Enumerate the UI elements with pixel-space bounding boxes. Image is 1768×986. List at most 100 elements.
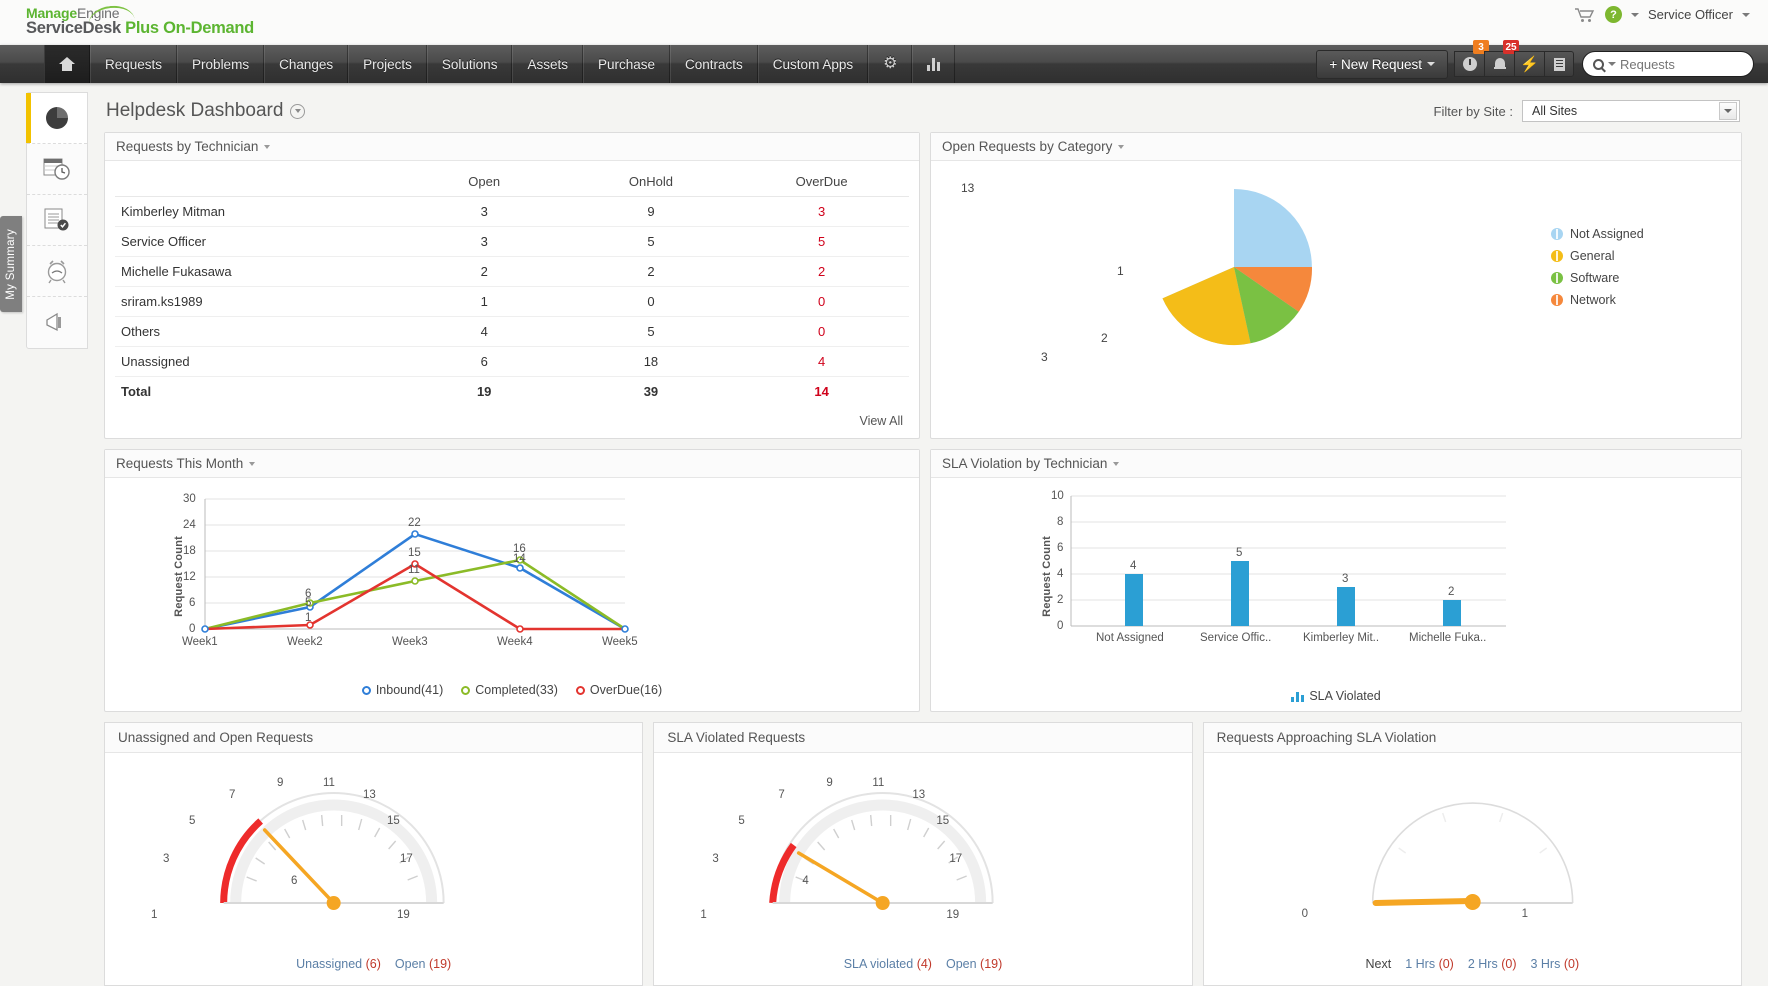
nav-item-settings[interactable]: ⚙: [868, 45, 912, 83]
help-chevron-down-icon[interactable]: [1631, 13, 1639, 17]
legend-item-overdue[interactable]: OverDue(16): [576, 683, 662, 697]
cell-onhold[interactable]: 5: [568, 227, 735, 257]
my-summary-tab[interactable]: My Summary: [0, 216, 22, 312]
nav-item-purchase[interactable]: Purchase: [583, 45, 670, 83]
legend-item-inbound[interactable]: Inbound(41): [362, 683, 443, 697]
gauge-tick-17: 17: [400, 853, 413, 865]
cell-onhold[interactable]: 2: [568, 257, 735, 287]
rail-item-tasks[interactable]: [27, 195, 87, 246]
point-label-completed-w3: 11: [408, 564, 420, 576]
next-2hr-link[interactable]: 2 Hrs (0): [1468, 957, 1517, 971]
cell-open[interactable]: 1: [401, 287, 568, 317]
next-3hr-link[interactable]: 3 Hrs (0): [1530, 957, 1579, 971]
nav-item-problems[interactable]: Problems: [177, 45, 264, 83]
nav-label: Projects: [363, 57, 412, 72]
legend-label: Not Assigned: [1570, 227, 1644, 241]
nav-item-changes[interactable]: Changes: [264, 45, 348, 83]
nav-item-contracts[interactable]: Contracts: [670, 45, 758, 83]
ytick-30: 30: [183, 493, 196, 505]
cell-overdue[interactable]: 0: [734, 287, 909, 317]
search-input[interactable]: [1620, 57, 1740, 72]
cart-icon[interactable]: [1574, 7, 1596, 23]
open-link[interactable]: Open (19): [946, 957, 1002, 971]
logo[interactable]: ManageEngine ServiceDesk Plus On-Demand: [26, 5, 254, 38]
nav-item-custom-apps[interactable]: Custom Apps: [758, 45, 868, 83]
panel-header: Requests by Technician: [105, 133, 919, 161]
next-1hr-link[interactable]: 1 Hrs (0): [1405, 957, 1454, 971]
panel-title-menu[interactable]: Requests by Technician: [116, 139, 270, 154]
legend-item-software[interactable]: Software: [1551, 271, 1731, 285]
cell-onhold[interactable]: 18: [568, 347, 735, 377]
cell-overdue[interactable]: 4: [734, 347, 909, 377]
nav-item-solutions[interactable]: Solutions: [427, 45, 513, 83]
site-filter: Filter by Site : All Sites: [1434, 100, 1740, 122]
panel-title: Open Requests by Category: [942, 139, 1112, 154]
table-row[interactable]: Michelle Fukasawa 2 2 2: [115, 257, 909, 287]
rail-item-reminders[interactable]: [27, 246, 87, 297]
dashboard-selector-icon[interactable]: [290, 104, 305, 119]
notifications-button[interactable]: 25: [1484, 51, 1514, 77]
legend-item-not-assigned[interactable]: Not Assigned: [1551, 227, 1731, 241]
gauge-tick-15: 15: [387, 815, 400, 827]
cell-overdue[interactable]: 0: [734, 317, 909, 347]
open-link[interactable]: Open (19): [395, 957, 451, 971]
cell-onhold[interactable]: 5: [568, 317, 735, 347]
panel-title-menu[interactable]: SLA Violation by Technician: [942, 456, 1119, 471]
cell-onhold[interactable]: 0: [568, 287, 735, 317]
user-chevron-down-icon[interactable]: [1742, 13, 1750, 17]
cell-open[interactable]: 2: [401, 257, 568, 287]
view-all-link[interactable]: View All: [115, 406, 909, 430]
nav-item-assets[interactable]: Assets: [512, 45, 583, 83]
help-icon[interactable]: ?: [1605, 6, 1622, 23]
dashboard-row-2: Requests This Month Request Count: [104, 449, 1742, 712]
rail-item-dashboard[interactable]: [27, 93, 87, 144]
site-filter-select[interactable]: All Sites: [1522, 100, 1740, 122]
nav-item-reports[interactable]: [912, 45, 955, 83]
link-count: (0): [1439, 957, 1454, 971]
gauge-tick-5: 5: [189, 815, 195, 827]
panel-title-menu[interactable]: Requests This Month: [116, 456, 255, 471]
legend-item-completed[interactable]: Completed(33): [461, 683, 558, 697]
bar-service-officer[interactable]: [1231, 561, 1249, 626]
gauge-footer-links: Next 1 Hrs (0) 2 Hrs (0) 3 Hrs (0): [1204, 953, 1741, 985]
cell-open[interactable]: 3: [401, 227, 568, 257]
new-request-button[interactable]: + New Request: [1316, 50, 1448, 79]
xtick-service-officer: Service Offic..: [1200, 632, 1271, 644]
table-row[interactable]: sriram.ks1989 1 0 0: [115, 287, 909, 317]
cell-overdue[interactable]: 3: [734, 197, 909, 227]
quick-actions-button[interactable]: ⚡: [1514, 51, 1544, 77]
user-menu-label[interactable]: Service Officer: [1648, 7, 1733, 22]
cell-overdue[interactable]: 2: [734, 257, 909, 287]
legend-item-network[interactable]: Network: [1551, 293, 1731, 307]
search-scope-chevron-icon[interactable]: [1608, 62, 1616, 66]
nav-item-requests[interactable]: Requests: [90, 45, 177, 83]
bar-kimberley[interactable]: [1337, 587, 1355, 626]
bar-michelle[interactable]: [1443, 600, 1461, 626]
notes-button[interactable]: [1544, 51, 1574, 77]
table-row[interactable]: Others 4 5 0: [115, 317, 909, 347]
cell-onhold[interactable]: 9: [568, 197, 735, 227]
sla-violated-link[interactable]: SLA violated (4): [844, 957, 932, 971]
cell-open[interactable]: 4: [401, 317, 568, 347]
gauge-tick-17: 17: [949, 853, 962, 865]
nav-label: Purchase: [598, 57, 655, 72]
table-row[interactable]: Service Officer 3 5 5: [115, 227, 909, 257]
nav-home[interactable]: [44, 45, 90, 83]
bar-not-assigned[interactable]: [1125, 574, 1143, 626]
search-box[interactable]: [1582, 51, 1754, 77]
recent-items-button[interactable]: 3: [1454, 51, 1484, 77]
legend-item-sla-violated[interactable]: SLA Violated: [1291, 689, 1380, 703]
panel-title-menu[interactable]: Open Requests by Category: [942, 139, 1124, 154]
unassigned-link[interactable]: Unassigned (6): [296, 957, 381, 971]
cell-open[interactable]: 6: [401, 347, 568, 377]
link-count: (0): [1564, 957, 1579, 971]
table-row[interactable]: Unassigned 6 18 4: [115, 347, 909, 377]
chevron-down-icon[interactable]: [1719, 102, 1737, 120]
rail-item-announcements[interactable]: [27, 297, 87, 348]
cell-overdue[interactable]: 5: [734, 227, 909, 257]
nav-item-projects[interactable]: Projects: [348, 45, 427, 83]
legend-item-general[interactable]: General: [1551, 249, 1731, 263]
cell-open[interactable]: 3: [401, 197, 568, 227]
rail-item-scheduler[interactable]: [27, 144, 87, 195]
table-row[interactable]: Kimberley Mitman 3 9 3: [115, 197, 909, 227]
